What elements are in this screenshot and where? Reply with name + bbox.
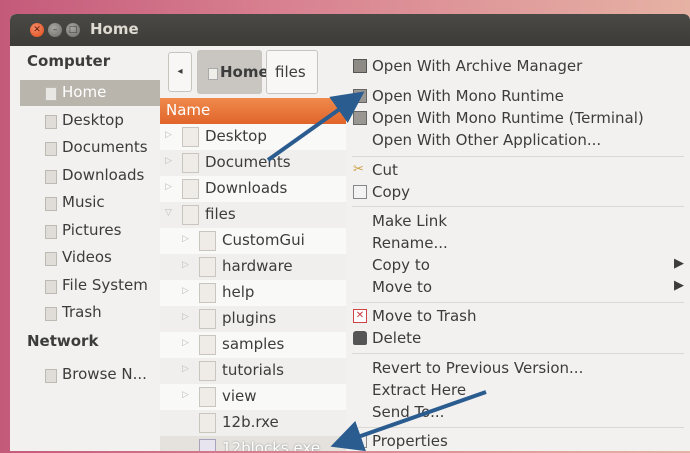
annotation-arrow (266, 91, 365, 162)
annotation-arrow (330, 390, 487, 451)
annotation-arrows (266, 91, 487, 451)
